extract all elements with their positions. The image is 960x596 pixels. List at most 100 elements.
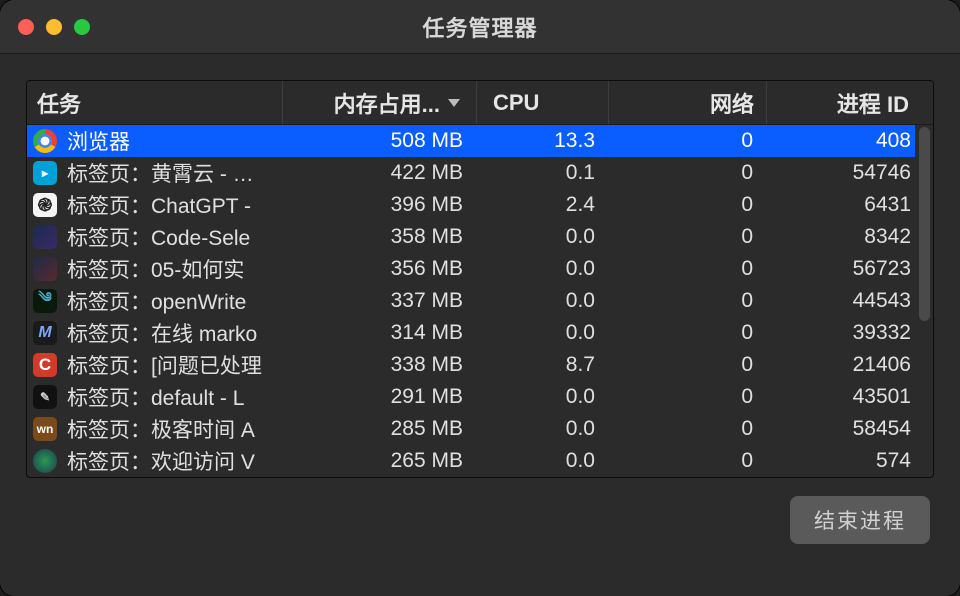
app-icon: C — [33, 353, 57, 377]
task-name: 标签页：default - L — [67, 382, 244, 412]
cell-cpu: 0.0 — [477, 321, 609, 345]
table-row[interactable]: 标签页：05-如何实 356 MB0.0056723 — [27, 253, 933, 285]
markdown-icon: M — [33, 321, 57, 345]
cell-cpu: 13.3 — [477, 129, 609, 153]
close-icon[interactable] — [18, 19, 34, 35]
table-row[interactable]: 标签页：default - L291 MB0.0043501 — [27, 381, 933, 413]
cell-cpu: 2.4 — [477, 193, 609, 217]
cell-network: 0 — [609, 129, 767, 153]
task-name: 标签页：ChatGPT - — [67, 190, 251, 220]
scrollbar-thumb[interactable] — [919, 127, 930, 321]
cell-network: 0 — [609, 353, 767, 377]
table-header: 任务 内存占用... CPU 网络 进程 ID — [27, 81, 933, 125]
task-name: 标签页：05-如何实 — [67, 254, 244, 284]
cell-task: 标签页：05-如何实 — [27, 254, 283, 284]
cell-pid: 8342 — [767, 225, 921, 249]
task-name: 标签页：欢迎访问 V — [67, 446, 255, 476]
minimize-icon[interactable] — [46, 19, 62, 35]
app-icon — [33, 257, 57, 281]
cell-memory: 265 MB — [283, 449, 477, 473]
column-label: 进程 ID — [837, 87, 909, 119]
cell-pid: 408 — [767, 129, 921, 153]
end-process-button[interactable]: 结束进程 — [790, 496, 930, 544]
cell-task: 标签页：黄霄云 - 哔哩 — [27, 158, 283, 188]
task-name: 标签页：极客时间 A — [67, 414, 255, 444]
cell-memory: 338 MB — [283, 353, 477, 377]
content: 任务 内存占用... CPU 网络 进程 ID 浏览器508 MB13.3040… — [0, 54, 960, 596]
maximize-icon[interactable] — [74, 19, 90, 35]
column-header-task[interactable]: 任务 — [27, 81, 283, 124]
cell-task: 标签页：欢迎访问 V — [27, 446, 283, 476]
cell-pid: 21406 — [767, 353, 921, 377]
geektime-icon: wn — [33, 417, 57, 441]
cell-network: 0 — [609, 289, 767, 313]
cell-task: 标签页：Code-Sele — [27, 222, 283, 252]
cell-network: 0 — [609, 225, 767, 249]
cell-cpu: 0.0 — [477, 257, 609, 281]
table-body: 浏览器508 MB13.30408标签页：黄霄云 - 哔哩422 MB0.105… — [27, 125, 933, 477]
column-label: 任务 — [37, 87, 81, 119]
table-row[interactable]: 浏览器 508 MB13.30408 — [27, 125, 933, 157]
cell-task: 标签页：ChatGPT - — [27, 190, 283, 220]
window-controls — [18, 19, 90, 35]
process-table: 任务 内存占用... CPU 网络 进程 ID 浏览器508 MB13.3040… — [26, 80, 934, 478]
cell-cpu: 0.0 — [477, 289, 609, 313]
table-row[interactable]: 标签页：Code-Sele358 MB0.008342 — [27, 221, 933, 253]
cell-network: 0 — [609, 417, 767, 441]
column-header-cpu[interactable]: CPU — [477, 81, 609, 124]
cell-task: wn 标签页：极客时间 A — [27, 414, 283, 444]
cell-network: 0 — [609, 161, 767, 185]
cell-memory: 396 MB — [283, 193, 477, 217]
cell-task: 浏览器 — [27, 126, 283, 156]
table-row[interactable]: 标签页：ChatGPT -396 MB2.406431 — [27, 189, 933, 221]
cell-network: 0 — [609, 321, 767, 345]
task-name: 标签页：在线 marko — [67, 318, 257, 348]
scrollbar-track[interactable] — [915, 125, 933, 477]
column-header-memory[interactable]: 内存占用... — [283, 81, 477, 124]
task-name: 浏览器 — [67, 126, 130, 156]
cell-task: C标签页：[问题已处理 — [27, 350, 283, 380]
cell-task: 标签页：openWrite — [27, 286, 283, 316]
cell-memory: 358 MB — [283, 225, 477, 249]
cell-memory: 314 MB — [283, 321, 477, 345]
table-row[interactable]: M 标签页：在线 marko 314 MB0.0039332 — [27, 317, 933, 349]
task-name: 标签页：openWrite — [67, 286, 246, 316]
column-header-pid[interactable]: 进程 ID — [767, 81, 921, 124]
cell-memory: 285 MB — [283, 417, 477, 441]
cell-memory: 356 MB — [283, 257, 477, 281]
table-row[interactable]: C标签页：[问题已处理338 MB8.7021406 — [27, 349, 933, 381]
table-row[interactable]: 标签页：欢迎访问 V 265 MB0.00574 — [27, 445, 933, 477]
cell-cpu: 8.7 — [477, 353, 609, 377]
openwrite-icon — [33, 289, 57, 313]
cell-pid: 58454 — [767, 417, 921, 441]
cell-pid: 44543 — [767, 289, 921, 313]
footer: 结束进程 — [26, 496, 934, 544]
cell-task: M 标签页：在线 marko — [27, 318, 283, 348]
cell-memory: 422 MB — [283, 161, 477, 185]
task-name: 标签页：黄霄云 - 哔哩 — [67, 158, 271, 188]
sort-desc-icon — [448, 99, 460, 107]
column-header-network[interactable]: 网络 — [609, 81, 767, 124]
cell-task: 标签页：default - L — [27, 382, 283, 412]
cell-cpu: 0.0 — [477, 225, 609, 249]
cell-pid: 54746 — [767, 161, 921, 185]
titlebar[interactable]: 任务管理器 — [0, 0, 960, 54]
cell-cpu: 0.1 — [477, 161, 609, 185]
cell-memory: 508 MB — [283, 129, 477, 153]
cell-cpu: 0.0 — [477, 449, 609, 473]
cell-network: 0 — [609, 257, 767, 281]
chatgpt-icon — [33, 193, 57, 217]
app-icon — [33, 385, 57, 409]
cell-cpu: 0.0 — [477, 385, 609, 409]
cell-memory: 337 MB — [283, 289, 477, 313]
task-manager-window: 任务管理器 任务 内存占用... CPU 网络 进程 ID 浏览器 508 MB1… — [0, 0, 960, 596]
table-row[interactable]: 标签页：黄霄云 - 哔哩 422 MB0.1054746 — [27, 157, 933, 189]
cell-pid: 56723 — [767, 257, 921, 281]
cell-pid: 574 — [767, 449, 921, 473]
cell-pid: 39332 — [767, 321, 921, 345]
column-label: 网络 — [710, 87, 754, 119]
table-row[interactable]: 标签页：openWrite 337 MB0.0044543 — [27, 285, 933, 317]
table-row[interactable]: wn标签页：极客时间 A285 MB0.0058454 — [27, 413, 933, 445]
cell-network: 0 — [609, 449, 767, 473]
cell-network: 0 — [609, 193, 767, 217]
